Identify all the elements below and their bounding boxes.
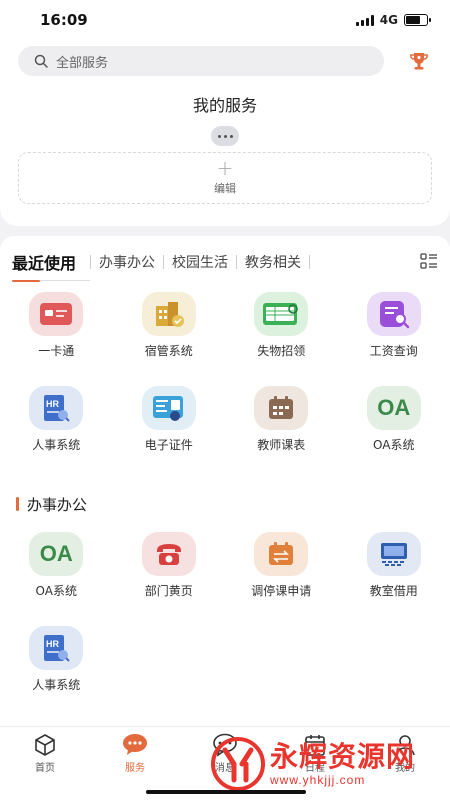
id-card-icon bbox=[141, 386, 196, 430]
service-oa-system[interactable]: OA OA系统 bbox=[0, 532, 113, 626]
status-indicators: 4G bbox=[355, 13, 431, 27]
classroom-icon bbox=[366, 532, 421, 576]
service-label: 教师课表 bbox=[257, 438, 306, 452]
card-icon bbox=[29, 292, 84, 336]
network-type: 4G bbox=[379, 13, 398, 27]
service-oa-system[interactable]: OA OA系统 bbox=[338, 386, 450, 480]
service-hr-system[interactable]: HR 人事系统 bbox=[0, 626, 113, 720]
office-services-grid: OA OA系统 部门黄页 调停课申请 教室借用 HR 人事系统 bbox=[0, 528, 450, 720]
watermark-title: 永辉资源网 bbox=[270, 740, 416, 773]
category-tabs: 最近使用 办事办公 校园生活 教务相关 bbox=[0, 236, 450, 288]
class-adjust-icon bbox=[254, 532, 309, 576]
my-services-title: 我的服务 bbox=[192, 96, 257, 115]
watermark-url: www.yhkjjj.com bbox=[270, 773, 366, 787]
search-placeholder: 全部服务 bbox=[56, 55, 109, 71]
service-label: 工资查询 bbox=[369, 344, 418, 358]
nav-label: 首页 bbox=[35, 763, 55, 774]
service-hr-system[interactable]: HR 人事系统 bbox=[0, 386, 113, 480]
search-icon bbox=[34, 54, 48, 68]
hr-icon: HR bbox=[29, 626, 84, 670]
svg-text:HR: HR bbox=[46, 399, 59, 409]
service-label: 人事系统 bbox=[32, 438, 81, 452]
home-indicator bbox=[146, 790, 306, 794]
salary-query-icon bbox=[366, 292, 421, 336]
dormitory-icon bbox=[141, 292, 196, 336]
tab-campus-life[interactable]: 校园生活 bbox=[164, 252, 236, 272]
service-icon bbox=[123, 734, 147, 755]
timetable-icon bbox=[254, 386, 309, 430]
service-e-certificate[interactable]: 电子证件 bbox=[113, 386, 226, 480]
nav-label: 服务 bbox=[125, 763, 145, 774]
service-label: OA系统 bbox=[35, 584, 77, 598]
nav-home[interactable]: 首页 bbox=[0, 727, 90, 800]
watermark: 永辉资源网 www.yhkjjj.com bbox=[210, 736, 415, 792]
oa-icon: OA bbox=[29, 532, 84, 576]
services-panel: 最近使用 办事办公 校园生活 教务相关 一卡通 宿管系统 失物招领 工资查询 H… bbox=[0, 236, 450, 726]
service-label: 教室借用 bbox=[369, 584, 418, 598]
tab-office[interactable]: 办事办公 bbox=[91, 252, 163, 272]
battery-icon bbox=[404, 14, 431, 26]
recent-services-grid: 一卡通 宿管系统 失物招领 工资查询 HR 人事系统 电子证件 教师课表 OA … bbox=[0, 288, 450, 480]
signal-icon bbox=[355, 14, 374, 26]
edit-services-button[interactable]: + 编辑 bbox=[18, 152, 432, 204]
service-teacher-timetable[interactable]: 教师课表 bbox=[225, 386, 338, 480]
hr-icon: HR bbox=[29, 386, 84, 430]
telephone-icon bbox=[141, 532, 196, 576]
service-label: 一卡通 bbox=[38, 344, 75, 358]
service-department-directory[interactable]: 部门黄页 bbox=[113, 532, 226, 626]
service-label: 调停课申请 bbox=[251, 584, 312, 598]
service-lost-found[interactable]: 失物招领 bbox=[225, 292, 338, 386]
office-section-header: 办事办公 bbox=[0, 480, 450, 528]
oa-icon: OA bbox=[366, 386, 421, 430]
service-label: 宿管系统 bbox=[144, 344, 193, 358]
service-dormitory[interactable]: 宿管系统 bbox=[113, 292, 226, 386]
status-time: 16:09 bbox=[40, 11, 88, 29]
trophy-icon[interactable] bbox=[408, 50, 430, 72]
home-icon bbox=[35, 734, 55, 756]
service-label: OA系统 bbox=[373, 438, 415, 452]
service-classroom-booking[interactable]: 教室借用 bbox=[338, 532, 450, 626]
status-bar: 16:09 4G bbox=[0, 0, 450, 40]
my-services-card: 全部服务 我的服务 + 编辑 bbox=[0, 40, 450, 226]
watermark-logo-icon bbox=[211, 737, 265, 791]
tab-underline-track bbox=[40, 280, 90, 281]
active-tab-indicator bbox=[12, 280, 40, 282]
service-label: 电子证件 bbox=[144, 438, 193, 452]
category-grid-icon[interactable] bbox=[420, 253, 438, 269]
more-icon[interactable] bbox=[211, 126, 239, 146]
edit-label: 编辑 bbox=[214, 182, 236, 195]
service-salary-query[interactable]: 工资查询 bbox=[338, 292, 450, 386]
search-input[interactable]: 全部服务 bbox=[18, 46, 384, 76]
section-title: 办事办公 bbox=[27, 495, 88, 514]
service-label: 部门黄页 bbox=[144, 584, 193, 598]
tab-recent[interactable]: 最近使用 bbox=[12, 250, 90, 274]
plus-icon: + bbox=[216, 156, 234, 180]
svg-text:HR: HR bbox=[46, 639, 59, 649]
section-accent-bar bbox=[16, 497, 19, 511]
tab-divider bbox=[309, 255, 311, 269]
service-label: 人事系统 bbox=[32, 678, 81, 692]
service-campus-card[interactable]: 一卡通 bbox=[0, 292, 113, 386]
tab-academic[interactable]: 教务相关 bbox=[237, 252, 309, 272]
service-class-adjust-request[interactable]: 调停课申请 bbox=[225, 532, 338, 626]
lost-found-icon bbox=[254, 292, 309, 336]
service-label: 失物招领 bbox=[257, 344, 306, 358]
